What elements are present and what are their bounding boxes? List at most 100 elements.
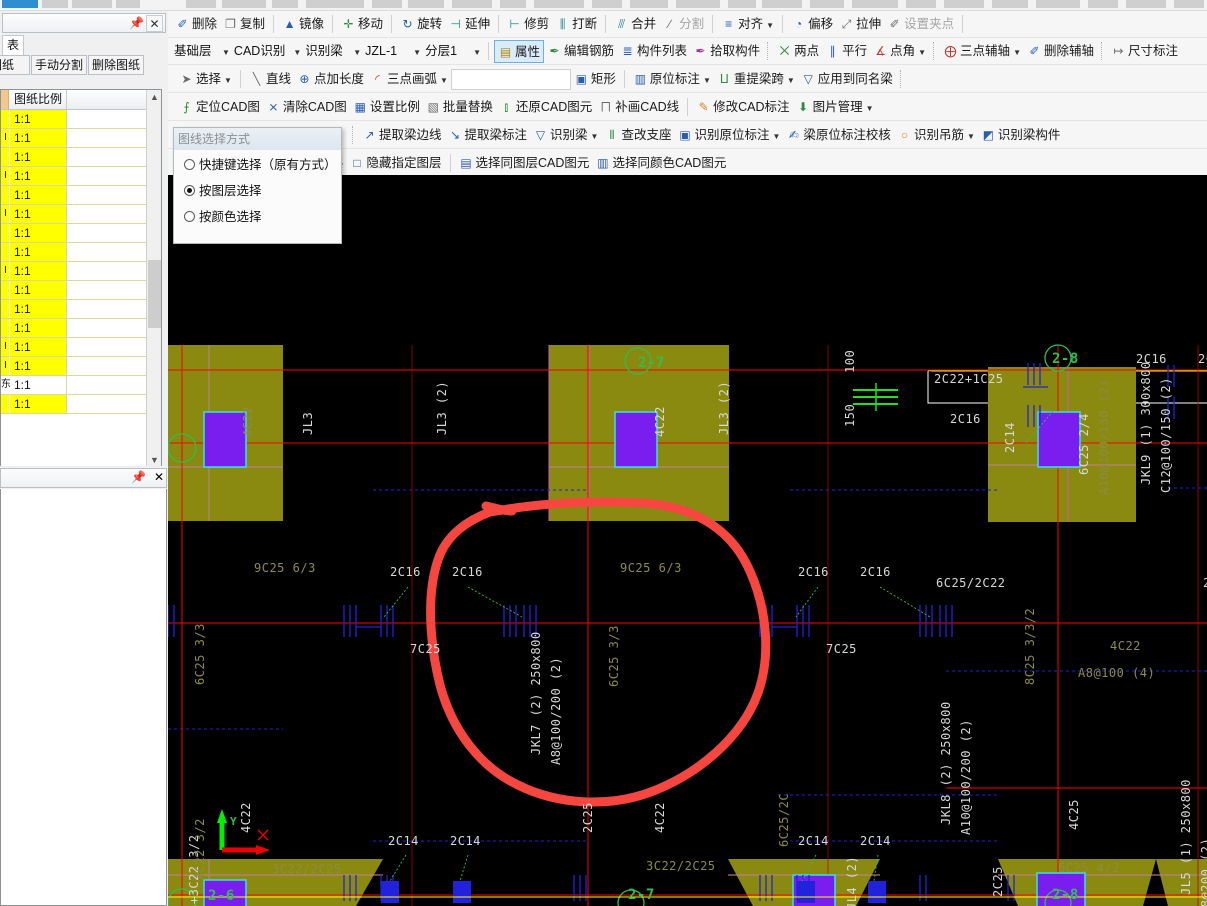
in-situ-annotation-button[interactable]: ▥ 原位标注 ▼ bbox=[630, 68, 714, 91]
topstrip-item[interactable] bbox=[116, 0, 140, 8]
topstrip-item[interactable] bbox=[372, 0, 402, 8]
apply-same-name-button[interactable]: ▽ 应用到同名梁 bbox=[798, 68, 896, 91]
member-list-button[interactable]: ≣ 构件列表 bbox=[617, 40, 690, 63]
select-same-layer-button[interactable]: ▤ 选择同图层CAD图元 bbox=[456, 152, 593, 175]
manual-split-button[interactable]: 手动分割 bbox=[31, 55, 88, 75]
trim-button[interactable]: ⊢ 修剪 bbox=[504, 13, 552, 36]
table-row[interactable]: 1:1 bbox=[1, 186, 147, 205]
table-row[interactable]: I 1:1 bbox=[1, 338, 147, 357]
radio-option-by-color[interactable]: 按颜色选择 bbox=[184, 206, 262, 228]
verify-in-situ-button[interactable]: ✍ 梁原位标注校核 bbox=[783, 124, 894, 147]
offset-button[interactable]: ◔ 偏移 bbox=[788, 13, 836, 36]
topstrip-item[interactable] bbox=[500, 0, 526, 8]
topstrip-item[interactable] bbox=[72, 0, 112, 8]
restore-cad-entity-button[interactable]: ⫾ 还原CAD图元 bbox=[496, 96, 595, 119]
table-row[interactable]: I 1:1 bbox=[1, 357, 147, 376]
cursor-button[interactable]: ➤ 选择 ▼ bbox=[176, 68, 235, 91]
drawing-scale-grid[interactable]: 图纸比例 1:1 I 1:1 1:1 I 1:1 1:1 I 1:1 1:1 1:1 I 1:1 1:1 1… bbox=[0, 89, 162, 469]
radio-option-by-layer[interactable]: 按图层选择 bbox=[184, 180, 262, 202]
chevron-down-icon[interactable]: ▼ bbox=[787, 76, 795, 85]
tab-table[interactable]: 表 bbox=[2, 35, 25, 55]
table-row[interactable]: 1:1 bbox=[1, 300, 147, 319]
chevron-down-icon[interactable]: ▼ bbox=[1013, 48, 1021, 57]
point-angle-button[interactable]: ∡ 点角 ▼ bbox=[870, 40, 929, 63]
align-button[interactable]: ≡ 对齐 ▼ bbox=[718, 13, 777, 36]
topstrip-active-tab[interactable] bbox=[2, 0, 38, 8]
table-row[interactable]: I 1:1 bbox=[1, 167, 147, 186]
extract-beam-edge-button[interactable]: ↗ 提取梁边线 bbox=[359, 124, 445, 147]
topstrip-item[interactable] bbox=[944, 0, 984, 8]
recognize-beam-member-button[interactable]: ◩ 识别梁构件 bbox=[978, 124, 1064, 147]
topstrip-item[interactable] bbox=[1036, 0, 1080, 8]
table-row[interactable]: 1:1 bbox=[1, 395, 147, 414]
radio-icon-selected[interactable] bbox=[184, 185, 195, 196]
topstrip-item[interactable] bbox=[272, 0, 298, 8]
table-row[interactable]: 1:1 bbox=[1, 224, 147, 243]
radio-icon[interactable] bbox=[184, 159, 195, 170]
chevron-down-icon[interactable]: ▼ bbox=[224, 76, 232, 85]
topstrip-item[interactable] bbox=[1126, 0, 1166, 8]
chevron-down-icon[interactable]: ▼ bbox=[591, 132, 599, 141]
merge-button[interactable]: ⫻ 合并 bbox=[611, 13, 659, 36]
floor-level-select[interactable]: 基础层 ▼ bbox=[172, 41, 232, 62]
topstrip-item[interactable] bbox=[592, 0, 622, 8]
topstrip-item[interactable] bbox=[42, 0, 68, 8]
chevron-down-icon[interactable]: ▼ bbox=[703, 76, 711, 85]
check-support-button[interactable]: ⫴ 查改支座 bbox=[601, 124, 674, 147]
layer-select[interactable]: 分层1 ▼ bbox=[423, 41, 483, 62]
extract-beam-annotation-button[interactable]: ↘ 提取梁标注 bbox=[445, 124, 531, 147]
topstrip-item[interactable] bbox=[810, 0, 844, 8]
table-row[interactable]: I 1:1 bbox=[1, 129, 147, 148]
chevron-down-icon[interactable]: ▼ bbox=[222, 48, 230, 57]
properties-button[interactable]: ▤ 属性 bbox=[494, 40, 545, 63]
rectangle-button[interactable]: ▣ 矩形 bbox=[571, 68, 619, 91]
pin-icon[interactable]: 📌 bbox=[131, 470, 146, 484]
copy-button[interactable]: ❐ 复制 bbox=[220, 13, 268, 36]
image-manager-button[interactable]: ⬇ 图片管理 ▼ bbox=[793, 96, 877, 119]
cad-recognize-select[interactable]: CAD识别 ▼ bbox=[232, 41, 303, 62]
topstrip-item[interactable] bbox=[992, 0, 1028, 8]
topstrip-item[interactable] bbox=[452, 0, 492, 8]
radio-option-shortcut[interactable]: 快捷键选择（原有方式） bbox=[184, 154, 337, 176]
table-row[interactable]: I 1:1 bbox=[1, 205, 147, 224]
dimension-button[interactable]: ↦ 尺寸标注 bbox=[1108, 40, 1181, 63]
member-select[interactable]: JZL-1 ▼ bbox=[363, 41, 423, 62]
clear-cad-button[interactable]: ⨯ 清除CAD图 bbox=[263, 96, 350, 119]
hide-layer-button[interactable]: □ 隐藏指定图层 bbox=[347, 152, 445, 175]
pick-member-button[interactable]: ✒ 拾取构件 bbox=[690, 40, 763, 63]
re-extract-span-button[interactable]: ⨿ 重提梁跨 ▼ bbox=[714, 68, 798, 91]
split-button[interactable]: ∕ 分割 bbox=[659, 13, 707, 36]
topstrip-item[interactable] bbox=[534, 0, 584, 8]
cad-drawing-canvas[interactable]: JL3 (2) 4C22 JL3 4C22 JL3 (2) 2-7 2-8 100 150 2C2… bbox=[168, 175, 1207, 906]
table-row[interactable]: I 1:1 bbox=[1, 262, 147, 281]
scrollbar-thumb[interactable] bbox=[148, 260, 161, 328]
delete-drawing-button[interactable]: 删除图纸 bbox=[88, 55, 145, 75]
table-row[interactable]: 1:1 bbox=[1, 243, 147, 262]
close-icon[interactable]: ✕ bbox=[146, 15, 163, 32]
table-row[interactable]: 1:1 bbox=[1, 148, 147, 167]
stretch-button[interactable]: ⤢ 拉伸 bbox=[836, 13, 884, 36]
pin-icon[interactable]: 📌 bbox=[128, 15, 145, 32]
table-row[interactable]: 1:1 bbox=[1, 319, 147, 338]
grid-vertical-scrollbar[interactable]: ▲ ▼ bbox=[146, 90, 161, 468]
set-scale-button[interactable]: ▦ 设置比例 bbox=[350, 96, 423, 119]
parallel-button[interactable]: ∥ 平行 bbox=[822, 40, 870, 63]
select-same-color-button[interactable]: ▥ 选择同颜色CAD图元 bbox=[592, 152, 729, 175]
recognize-beam-select[interactable]: 识别梁 ▼ bbox=[303, 41, 363, 62]
close-icon[interactable]: ✕ bbox=[154, 470, 164, 484]
topstrip-item[interactable] bbox=[676, 0, 720, 8]
recognize-beam-button[interactable]: ▽ 识别梁 ▼ bbox=[530, 124, 601, 147]
topstrip-item[interactable] bbox=[630, 0, 668, 8]
move-button[interactable]: ✛ 移动 bbox=[338, 13, 386, 36]
recognize-in-situ-button[interactable]: ▣ 识别原位标注 ▼ bbox=[674, 124, 783, 147]
topstrip-item[interactable] bbox=[408, 0, 444, 8]
topstrip-item[interactable] bbox=[728, 0, 756, 8]
topstrip-item[interactable] bbox=[186, 0, 216, 8]
cad-drawing-svg[interactable]: JL3 (2) 4C22 JL3 4C22 JL3 (2) 2-7 2-8 100 150 2C2… bbox=[168, 175, 1207, 906]
drawing-button[interactable]: 图纸 bbox=[0, 55, 30, 75]
topstrip-item[interactable] bbox=[306, 0, 364, 8]
chevron-down-icon[interactable]: ▼ bbox=[440, 76, 448, 85]
point-length-button[interactable]: ⊕ 点加长度 bbox=[294, 68, 367, 91]
extend-button[interactable]: ⊣ 延伸 bbox=[445, 13, 493, 36]
chevron-down-icon[interactable]: ▼ bbox=[766, 21, 774, 30]
